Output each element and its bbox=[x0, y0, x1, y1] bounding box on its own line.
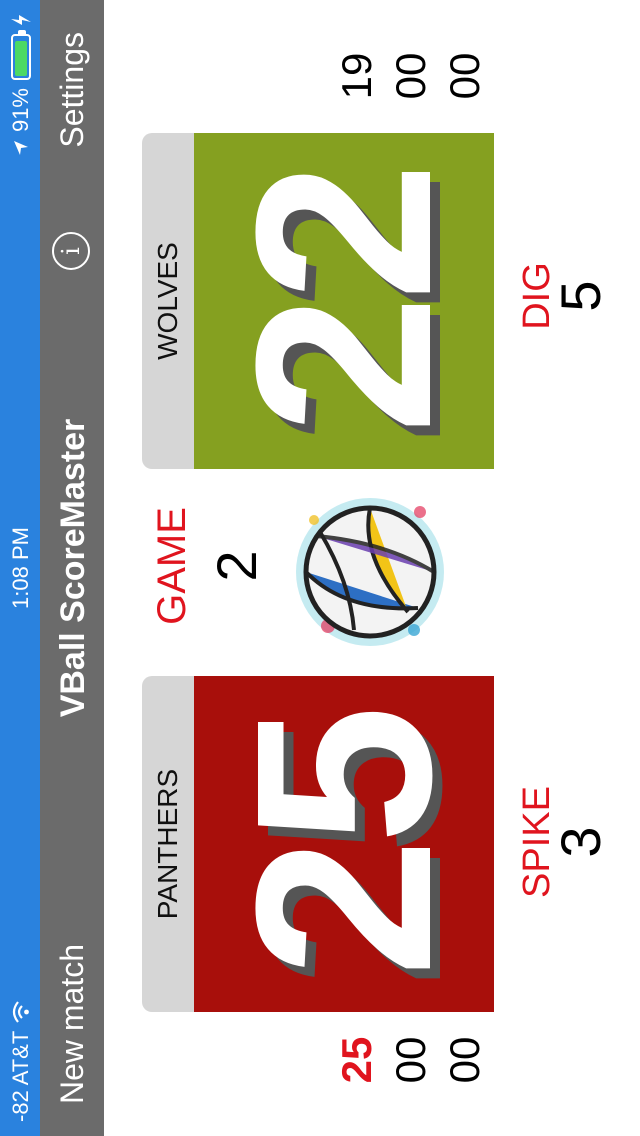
right-set-1-score: 19 bbox=[333, 52, 380, 100]
left-team-set-scores: 25 00 00 bbox=[330, 1030, 492, 1090]
right-team-set-scores: 19 00 00 bbox=[330, 46, 492, 106]
right-team-score-button[interactable]: 22 bbox=[194, 133, 494, 469]
left-set-1-score: 25 bbox=[333, 1036, 380, 1084]
left-set-3-score: 00 bbox=[441, 1036, 488, 1084]
app-title: VBall ScoreMaster bbox=[54, 418, 92, 718]
settings-button[interactable]: Settings bbox=[54, 32, 91, 148]
status-bar: -82 AT&T 1:08 PM 91% bbox=[0, 0, 40, 1136]
battery-icon bbox=[11, 30, 31, 80]
right-team-score: 22 bbox=[204, 167, 483, 435]
navigation-bar: New match VBall ScoreMaster i Settings bbox=[40, 0, 104, 1136]
dig-stat-value: 5 bbox=[549, 280, 612, 312]
game-number: 2 bbox=[205, 550, 268, 582]
left-team-name[interactable]: PANTHERS bbox=[142, 676, 194, 1012]
left-team-score: 25 bbox=[204, 710, 483, 978]
charging-bolt-icon bbox=[11, 14, 31, 26]
right-set-2-score: 00 bbox=[387, 52, 434, 100]
battery-level-fill bbox=[15, 41, 27, 76]
location-arrow-icon bbox=[13, 140, 29, 156]
volleyball-icon bbox=[290, 492, 450, 652]
game-label: GAME bbox=[150, 507, 194, 625]
battery-percent: 91% bbox=[8, 88, 33, 133]
info-icon[interactable]: i bbox=[52, 232, 90, 270]
scoreboard-screen: -82 AT&T 1:08 PM 91% New match VBall Sco… bbox=[0, 0, 640, 1136]
right-set-3-score: 00 bbox=[441, 52, 488, 100]
left-team-score-button[interactable]: 25 bbox=[194, 676, 494, 1012]
spike-stat-value: 3 bbox=[549, 826, 612, 858]
right-team-name[interactable]: WOLVES bbox=[142, 133, 194, 469]
clock: 1:08 PM bbox=[8, 527, 33, 609]
left-set-2-score: 00 bbox=[387, 1036, 434, 1084]
